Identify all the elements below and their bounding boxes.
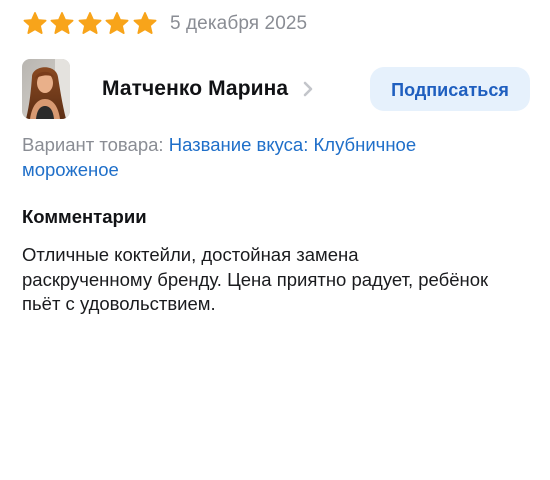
star-icon	[22, 11, 48, 37]
author-name: Матченко Марина	[102, 77, 289, 100]
comments-heading: Комментарии	[22, 206, 147, 227]
author-profile-link[interactable]: Матченко Марина	[102, 77, 314, 101]
star-icon	[104, 11, 130, 37]
subscribe-button[interactable]: Подписаться	[370, 67, 530, 111]
chevron-right-icon	[302, 81, 314, 97]
avatar[interactable]	[22, 59, 70, 119]
rating-row: 5 декабря 2025	[22, 10, 307, 38]
star-icon	[77, 11, 103, 37]
comment-text: Отличные коктейли, достойная замена раск…	[22, 244, 489, 314]
review-card: 5 декабря 2025 Матченко Марина Подписать…	[0, 0, 550, 480]
star-icon	[132, 11, 158, 37]
variant-label: Вариант товара:	[22, 134, 169, 155]
star-icon	[49, 11, 75, 37]
user-photo-icon	[22, 59, 70, 119]
product-variant: Вариант товара: Название вкуса: Клубничн…	[22, 132, 492, 182]
review-date: 5 декабря 2025	[169, 13, 308, 34]
star-rating	[22, 11, 159, 37]
author-row: Матченко Марина Подписаться	[22, 59, 530, 119]
